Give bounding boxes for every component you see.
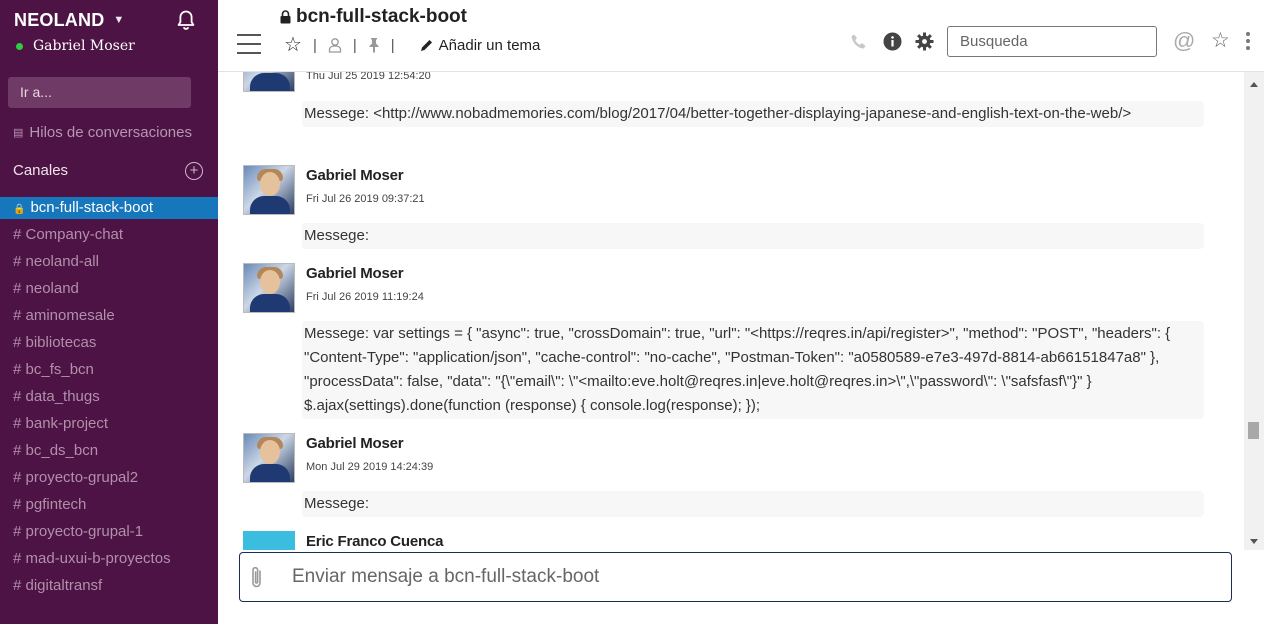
message-composer	[239, 552, 1232, 602]
message-author[interactable]: Gabriel Moser	[306, 167, 404, 184]
workspace-name: NEOLAND	[14, 9, 105, 30]
message-body: Messege: var settings = { "async": true,…	[302, 321, 1204, 419]
channel-item[interactable]: # proyecto-grupal2	[0, 467, 218, 494]
avatar[interactable]	[243, 531, 295, 550]
app-window: NEOLAND ▼ Gabriel Moser Ir a... ▤ Hilos …	[0, 0, 1264, 624]
message-author[interactable]: Eric Franco Cuenca	[306, 533, 443, 550]
add-channel-icon[interactable]: +	[185, 162, 203, 180]
channel-item[interactable]: # neoland	[0, 278, 218, 305]
mentions-icon[interactable]: @	[1173, 28, 1195, 54]
message-author[interactable]: Gabriel Moser	[306, 435, 404, 452]
phone-icon[interactable]	[850, 33, 868, 51]
bell-icon[interactable]	[175, 9, 197, 31]
message-timestamp: Mon Jul 29 2019 14:24:39	[306, 461, 434, 473]
star-icon[interactable]: ☆	[284, 35, 302, 55]
channel-label: bcn-full-stack-boot	[30, 199, 154, 216]
message-timestamp: Thu Jul 25 2019 12:54:20	[306, 72, 431, 82]
search-input[interactable]	[947, 26, 1157, 57]
current-user-name: Gabriel Moser	[33, 38, 135, 54]
threads-icon: ▤	[13, 127, 24, 139]
separator: |	[352, 36, 357, 54]
message-body: Messege: <http://www.nobadmemories.com/b…	[302, 101, 1204, 127]
message-timestamp: Fri Jul 26 2019 09:37:21	[306, 193, 425, 205]
channel-item[interactable]: # bibliotecas	[0, 332, 218, 359]
separator: |	[390, 36, 395, 54]
channel-item[interactable]: # proyecto-grupal-1	[0, 521, 218, 548]
avatar[interactable]	[243, 165, 295, 215]
message-body: Messege:	[302, 223, 1204, 249]
message-author[interactable]: Gabriel Moser	[306, 265, 404, 282]
message-timestamp: Fri Jul 26 2019 11:19:24	[306, 291, 424, 303]
channel-item[interactable]: # mad-uxui-b-proyectos	[0, 548, 218, 575]
avatar[interactable]	[243, 263, 295, 313]
kebab-menu-icon[interactable]	[1246, 32, 1250, 50]
pencil-icon	[420, 39, 432, 51]
channel-item[interactable]: # bank-project	[0, 413, 218, 440]
channel-item[interactable]: # Company-chat	[0, 224, 218, 251]
room-toolbar: ☆ | | | Añadir un tema	[284, 35, 541, 55]
room-header: bcn-full-stack-boot ☆ | | | Añadir un te…	[218, 0, 1264, 72]
message-body: Messege:	[302, 491, 1204, 517]
channel-list: 🔒 bcn-full-stack-boot # Company-chat # ne…	[0, 197, 218, 602]
gear-icon[interactable]	[915, 32, 934, 51]
chevron-down-icon: ▼	[113, 14, 125, 26]
scroll-up-arrow-icon[interactable]	[1250, 82, 1258, 87]
info-icon[interactable]	[883, 32, 902, 51]
channel-item[interactable]: # aminomesale	[0, 305, 218, 332]
online-status-dot	[16, 42, 23, 50]
paperclip-icon[interactable]	[249, 565, 265, 591]
add-topic-button[interactable]: Añadir un tema	[420, 36, 541, 54]
channel-item[interactable]: # digitaltransf	[0, 575, 218, 602]
lock-icon	[280, 10, 291, 24]
channel-item[interactable]: # bc_fs_bcn	[0, 359, 218, 386]
channel-item[interactable]: # neoland-all	[0, 251, 218, 278]
favorites-star-icon[interactable]: ☆	[1211, 28, 1230, 53]
message-input[interactable]	[292, 563, 1192, 591]
room-title-row: bcn-full-stack-boot	[280, 6, 467, 28]
threads-link[interactable]: ▤ Hilos de conversaciones	[13, 124, 192, 141]
pin-icon[interactable]	[368, 37, 380, 53]
channel-item-active[interactable]: 🔒 bcn-full-stack-boot	[0, 197, 218, 219]
threads-label: Hilos de conversaciones	[29, 124, 192, 141]
lock-icon: 🔒	[13, 204, 26, 215]
scroll-down-arrow-icon[interactable]	[1250, 539, 1258, 544]
add-topic-label: Añadir un tema	[438, 36, 541, 54]
room-title: bcn-full-stack-boot	[296, 6, 467, 27]
message-scrollbar[interactable]	[1244, 72, 1264, 550]
user-icon[interactable]	[328, 37, 342, 53]
separator: |	[312, 36, 317, 54]
channel-item[interactable]: # data_thugs	[0, 386, 218, 413]
goto-input[interactable]: Ir a...	[8, 77, 191, 108]
avatar[interactable]	[243, 433, 295, 483]
message-list: Thu Jul 25 2019 12:54:20 Messege: <http:…	[218, 72, 1244, 550]
avatar[interactable]	[243, 72, 295, 92]
hamburger-menu-icon[interactable]	[237, 34, 261, 54]
channels-header: Canales	[13, 162, 69, 179]
scrollbar-thumb[interactable]	[1248, 422, 1259, 439]
channel-item[interactable]: # bc_ds_bcn	[0, 440, 218, 467]
sidebar: NEOLAND ▼ Gabriel Moser Ir a... ▤ Hilos …	[0, 0, 218, 624]
workspace-menu[interactable]: NEOLAND ▼	[14, 8, 124, 32]
channel-item[interactable]: # pgfintech	[0, 494, 218, 521]
current-user[interactable]: Gabriel Moser	[16, 38, 135, 54]
